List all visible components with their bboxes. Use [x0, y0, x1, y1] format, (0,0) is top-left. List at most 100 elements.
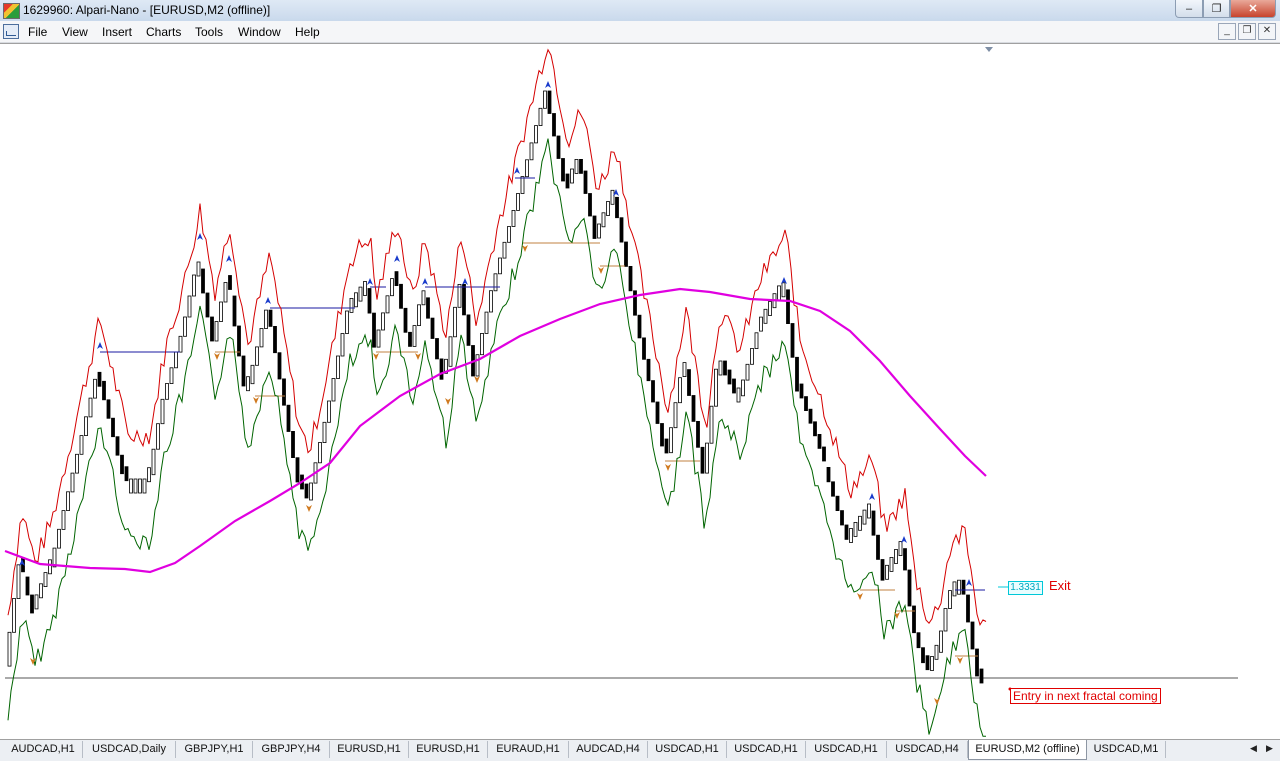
tab-eurusd-h1-2[interactable]: EURUSD,H1: [409, 741, 488, 758]
renko-bar: [939, 630, 943, 653]
renko-bar: [291, 430, 295, 458]
renko-bar: [943, 608, 948, 632]
mdi-close-button[interactable]: ✕: [1258, 23, 1276, 40]
tab-scroll-left-icon[interactable]: ◀: [1250, 743, 1257, 754]
menu-view[interactable]: View: [62, 25, 88, 39]
renko-bar: [250, 364, 255, 385]
renko-bar: [493, 273, 498, 292]
renko-bar: [345, 310, 349, 334]
renko-bar: [975, 648, 979, 677]
mdi-restore-button[interactable]: ❐: [1238, 23, 1256, 40]
renko-bar: [403, 307, 408, 333]
renko-bar: [979, 668, 984, 684]
renko-bar: [925, 655, 930, 671]
renko-bar: [210, 316, 214, 342]
tab-usdcad-h1-2[interactable]: USDCAD,H1: [727, 741, 806, 758]
fractal-down-arrow-icon: [474, 376, 480, 383]
renko-bar: [241, 355, 246, 387]
tab-usdcad-h1-3[interactable]: USDCAD,H1: [806, 741, 887, 758]
renko-bar: [840, 510, 844, 526]
fractal-up-arrow-icon: [966, 579, 972, 586]
fractal-up-arrow-icon: [901, 536, 907, 543]
renko-bar: [318, 442, 322, 464]
renko-bar: [876, 534, 880, 560]
tab-euraud-h1[interactable]: EURAUD,H1: [488, 741, 569, 758]
renko-bar: [57, 528, 61, 549]
fractal-up-arrow-icon: [869, 493, 875, 500]
exit-price-tag[interactable]: 1.3331: [1008, 581, 1043, 595]
menu-file[interactable]: File: [28, 25, 47, 39]
renko-bar: [768, 301, 772, 316]
tab-usdcad-m1[interactable]: USDCAD,M1: [1087, 741, 1166, 758]
tab-audcad-h1[interactable]: AUDCAD,H1: [4, 741, 83, 758]
renko-bar: [70, 472, 75, 493]
tab-gbpjpy-h1[interactable]: GBPJPY,H1: [176, 741, 253, 758]
renko-bar: [439, 358, 444, 380]
chart-window-icon[interactable]: [3, 24, 19, 39]
renko-bar: [507, 226, 511, 243]
renko-bar: [880, 559, 885, 581]
renko-bar: [858, 515, 862, 531]
renko-bar: [781, 282, 786, 298]
renko-bar: [151, 448, 156, 476]
tab-usdcad-daily[interactable]: USDCAD,Daily: [83, 741, 176, 758]
close-button[interactable]: ✕: [1230, 0, 1276, 18]
menu-help[interactable]: Help: [295, 25, 320, 39]
fractal-down-arrow-icon: [253, 397, 259, 404]
renko-bar: [624, 241, 628, 267]
renko-bar: [88, 397, 93, 418]
renko-bar: [156, 423, 160, 450]
renko-bar: [367, 288, 372, 314]
tab-eurusd-h1[interactable]: EURUSD,H1: [330, 741, 409, 758]
fractal-down-arrow-icon: [857, 593, 863, 600]
tab-usdcad-h4[interactable]: USDCAD,H4: [887, 741, 968, 758]
tab-usdcad-h1[interactable]: USDCAD,H1: [648, 741, 727, 758]
menu-tools[interactable]: Tools: [195, 25, 223, 39]
mdi-minimize-button[interactable]: _: [1218, 23, 1236, 40]
renko-bar: [457, 283, 462, 308]
renko-bar: [115, 436, 120, 456]
renko-bar: [966, 594, 970, 623]
fractal-up-arrow-icon: [545, 81, 551, 88]
renko-bar: [102, 380, 106, 401]
renko-bar: [759, 316, 763, 332]
price-chart[interactable]: [0, 44, 1280, 740]
tab-eurusd-m2-offline[interactable]: EURUSD,M2 (offline): [968, 740, 1087, 760]
tab-scroll-right-icon[interactable]: ▶: [1266, 743, 1273, 754]
renko-bar: [831, 481, 835, 497]
tab-gbpjpy-h4[interactable]: GBPJPY,H4: [253, 741, 330, 758]
renko-bars: [7, 90, 984, 684]
renko-bar: [637, 314, 642, 339]
maximize-button[interactable]: ❐: [1203, 0, 1230, 18]
renko-bar: [655, 401, 660, 424]
renko-bar: [574, 159, 579, 174]
minimize-button[interactable]: –: [1175, 0, 1203, 18]
fractal-up-arrow-icon: [367, 278, 373, 285]
menu-insert[interactable]: Insert: [102, 25, 132, 39]
renko-bar: [543, 90, 547, 109]
renko-bar: [867, 503, 871, 519]
renko-bar: [255, 346, 259, 366]
renko-bar: [745, 363, 750, 381]
chart-shift-marker[interactable]: [985, 47, 993, 52]
chart-area[interactable]: 1.3331 Exit Entry in next fractal coming: [0, 43, 1280, 740]
menu-window[interactable]: Window: [238, 25, 281, 39]
renko-bar: [475, 354, 480, 377]
renko-bar: [804, 396, 808, 412]
renko-bar: [349, 297, 354, 313]
menu-charts[interactable]: Charts: [146, 25, 181, 39]
renko-bar: [376, 329, 381, 348]
tab-audcad-h4[interactable]: AUDCAD,H4: [569, 741, 648, 758]
renko-bar: [196, 261, 201, 277]
renko-bar: [228, 275, 232, 290]
exit-label[interactable]: Exit: [1049, 578, 1071, 593]
renko-bar: [795, 356, 799, 392]
renko-bar: [619, 217, 624, 243]
renko-bar: [808, 408, 813, 424]
renko-bar: [556, 135, 561, 159]
entry-note-label[interactable]: Entry in next fractal coming: [1010, 688, 1161, 704]
renko-bar: [169, 367, 174, 384]
renko-bar: [93, 378, 97, 399]
minimize-icon: –: [1185, 2, 1193, 15]
app-logo-icon: [3, 3, 20, 19]
